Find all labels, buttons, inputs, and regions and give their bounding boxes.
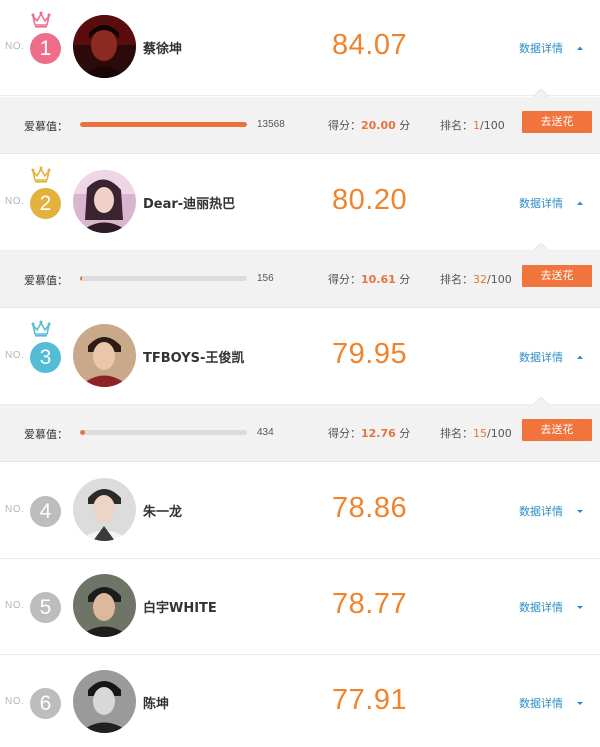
panel-pointer [533, 397, 549, 405]
position: 排名：15/100 [440, 427, 512, 440]
love-progress-fill [80, 276, 82, 281]
love-label: 爱慕值： [24, 120, 68, 133]
celebrity-name[interactable]: 朱一龙 [143, 501, 182, 520]
rank-badge: 5 [30, 592, 61, 623]
score-value: 78.77 [332, 588, 408, 620]
points: 得分：10.61 分 [328, 273, 411, 286]
rank-prefix: NO. [5, 504, 25, 515]
rank-badge: 1 [30, 33, 61, 64]
rank-prefix: NO. [5, 350, 25, 361]
panel-pointer [533, 89, 549, 97]
points-value: 20.00 [361, 119, 396, 132]
ranking-row: NO. 2 Dear-迪丽热巴 80.20 数据详情 [0, 155, 600, 251]
send-flower-button[interactable]: 去送花 [522, 419, 592, 441]
data-detail-link[interactable]: 数据详情 [519, 349, 563, 365]
celebrity-name[interactable]: 蔡徐坤 [143, 38, 182, 57]
data-detail-link[interactable]: 数据详情 [519, 695, 563, 711]
score-value: 77.91 [332, 684, 408, 716]
celebrity-name[interactable]: 白宇WHITE [143, 597, 217, 616]
score-value: 80.20 [332, 184, 408, 216]
caret-up-icon[interactable] [575, 353, 585, 361]
avatar[interactable] [73, 478, 136, 541]
rank-badge: 2 [30, 188, 61, 219]
love-label: 爱慕值： [24, 428, 68, 441]
love-value: 156 [257, 273, 274, 284]
detail-panel: 爱慕值： 434 得分：12.76 分 排名：15/100 去送花 [0, 397, 600, 462]
detail-panel: 爱慕值： 13568 得分：20.00 分 排名：1/100 去送花 [0, 89, 600, 154]
avatar[interactable] [73, 15, 136, 78]
love-progress-fill [80, 430, 86, 435]
caret-down-icon[interactable] [575, 603, 585, 611]
crown-icon [31, 166, 51, 183]
ranking-row: NO. 4 朱一龙 78.86 数据详情 [0, 463, 600, 559]
score-value: 84.07 [332, 29, 408, 61]
love-progress-bar [80, 430, 247, 435]
celebrity-name[interactable]: TFBOYS-王俊凯 [143, 347, 244, 366]
position-value: 32 [473, 273, 487, 286]
data-detail-link[interactable]: 数据详情 [519, 503, 563, 519]
rank-badge: 4 [30, 496, 61, 527]
rank-prefix: NO. [5, 600, 25, 611]
score-value: 79.95 [332, 338, 408, 370]
send-flower-button[interactable]: 去送花 [522, 111, 592, 133]
love-progress-bar [80, 122, 247, 127]
rank-badge: 3 [30, 342, 61, 373]
caret-down-icon[interactable] [575, 507, 585, 515]
points-value: 10.61 [361, 273, 396, 286]
ranking-row: NO. 5 白宇WHITE 78.77 数据详情 [0, 559, 600, 655]
ranking-row: NO. 1 蔡徐坤 84.07 数据详情 [0, 0, 600, 96]
position: 排名：1/100 [440, 119, 505, 132]
crown-icon [31, 320, 51, 337]
love-value: 13568 [257, 119, 285, 130]
rank-prefix: NO. [5, 696, 25, 707]
data-detail-link[interactable]: 数据详情 [519, 599, 563, 615]
avatar[interactable] [73, 574, 136, 637]
avatar[interactable] [73, 670, 136, 733]
love-progress-fill [80, 122, 247, 127]
caret-up-icon[interactable] [575, 199, 585, 207]
ranking-row: NO. 3 TFBOYS-王俊凯 79.95 数据详情 [0, 309, 600, 405]
detail-panel: 爱慕值： 156 得分：10.61 分 排名：32/100 去送花 [0, 243, 600, 308]
ranking-row: NO. 6 陈坤 77.91 数据详情 [0, 655, 600, 747]
points: 得分：12.76 分 [328, 427, 411, 440]
position-value: 15 [473, 427, 487, 440]
points-value: 12.76 [361, 427, 396, 440]
send-flower-button[interactable]: 去送花 [522, 265, 592, 287]
rank-badge: 6 [30, 688, 61, 719]
avatar[interactable] [73, 170, 136, 233]
data-detail-link[interactable]: 数据详情 [519, 195, 563, 211]
position-value: 1 [473, 119, 480, 132]
data-detail-link[interactable]: 数据详情 [519, 40, 563, 56]
position: 排名：32/100 [440, 273, 512, 286]
caret-down-icon[interactable] [575, 699, 585, 707]
celebrity-name[interactable]: Dear-迪丽热巴 [143, 193, 235, 212]
avatar[interactable] [73, 324, 136, 387]
love-label: 爱慕值： [24, 274, 68, 287]
crown-icon [31, 11, 51, 28]
rank-prefix: NO. [5, 196, 25, 207]
ranking-list: NO. 1 蔡徐坤 84.07 数据详情 爱慕值： 13568 得分：20.00… [0, 0, 600, 747]
celebrity-name[interactable]: 陈坤 [143, 693, 169, 712]
love-progress-bar [80, 276, 247, 281]
love-value: 434 [257, 427, 274, 438]
score-value: 78.86 [332, 492, 408, 524]
caret-up-icon[interactable] [575, 44, 585, 52]
rank-prefix: NO. [5, 41, 25, 52]
points: 得分：20.00 分 [328, 119, 411, 132]
panel-pointer [533, 243, 549, 251]
